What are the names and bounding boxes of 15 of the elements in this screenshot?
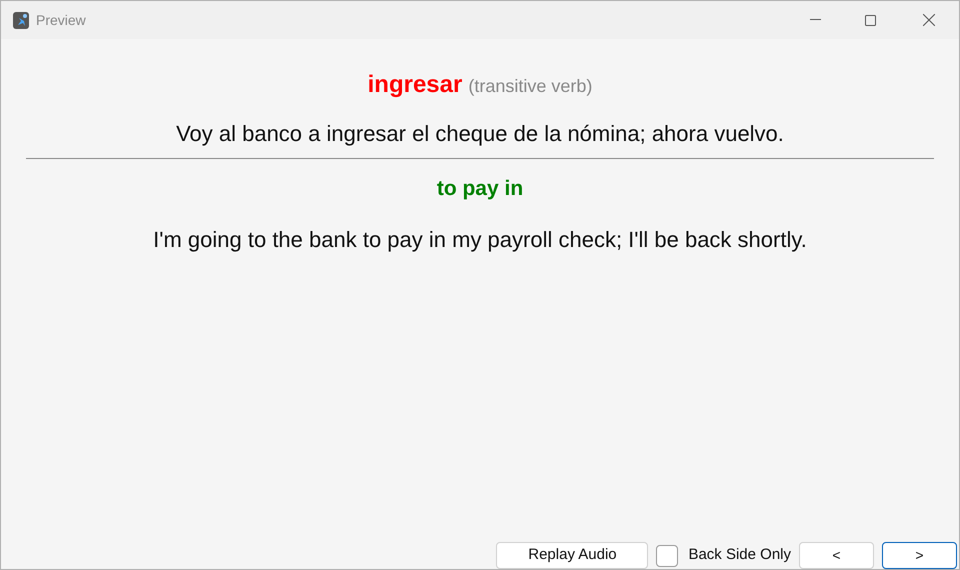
back-word: to pay in (436, 176, 524, 202)
nav-button[interactable]: < (799, 542, 874, 569)
part-of-speech: (transitive verb) (468, 75, 592, 98)
window-title: Preview (36, 10, 86, 30)
front-sentence: Voy al banco a ingresar el cheque de la nómina; ahora vuelvo. (176, 120, 784, 148)
app-icon (13, 12, 29, 28)
back-side-only-checkbox[interactable] (656, 544, 678, 566)
minimize-icon[interactable] (810, 19, 821, 21)
back-sentence: I'm going to the bank to pay in my payroll check; I'll be back shortly. (153, 226, 807, 254)
nav-button[interactable]: > (882, 542, 957, 569)
checkbox-label: Back Side Only (688, 545, 791, 566)
close-icon[interactable] (923, 14, 935, 26)
maximize-icon[interactable] (865, 14, 876, 26)
front-word: ingresar (368, 70, 462, 100)
replay-audio-button[interactable]: Replay Audio (496, 542, 648, 569)
